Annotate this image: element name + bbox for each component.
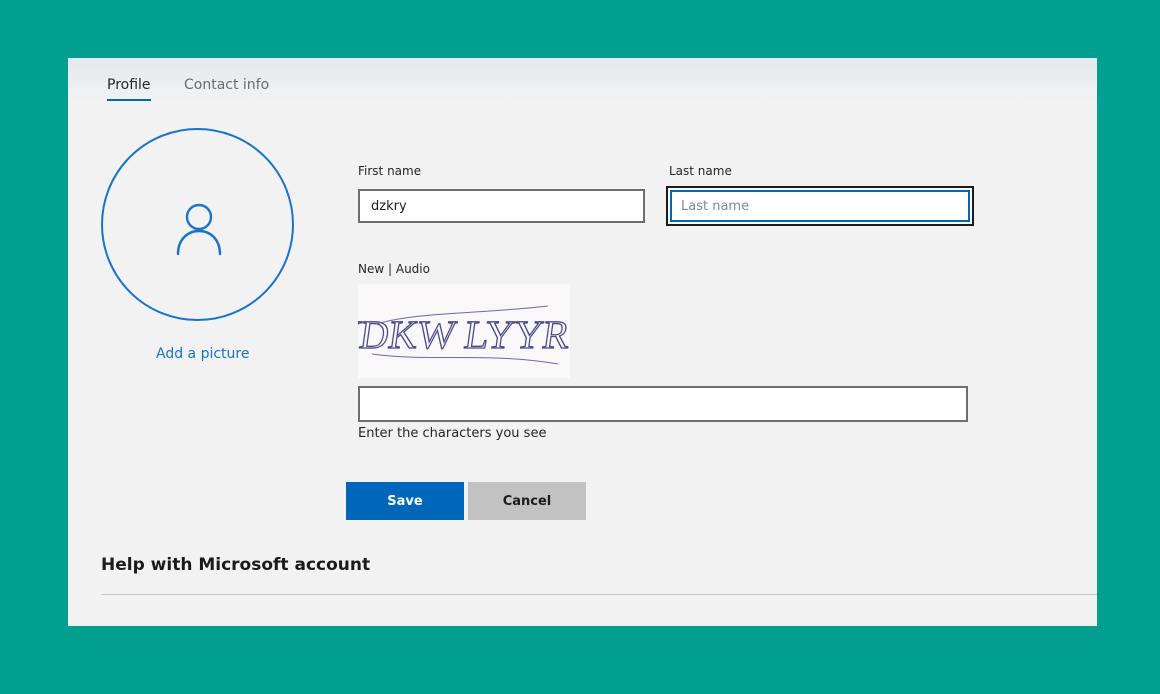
captcha-image-text: VDKW LYYRG [358,312,570,357]
captcha-audio-link[interactable]: Audio [396,262,430,276]
divider [101,594,1097,595]
add-picture-link[interactable]: Add a picture [156,346,249,362]
captcha-image: VDKW LYYRG [327,284,602,378]
profile-panel: Profile Contact info Add a picture First… [68,58,1097,626]
first-name-input[interactable] [358,189,645,223]
captcha-input[interactable] [358,386,968,422]
save-button[interactable]: Save [346,482,464,520]
first-name-label: First name [358,164,422,178]
avatar[interactable] [101,128,294,321]
last-name-label: Last name [669,164,732,178]
tab-contact-info[interactable]: Contact info [184,76,269,94]
last-name-input[interactable] [666,186,974,226]
tab-profile[interactable]: Profile [107,76,151,101]
captcha-image-graphic: VDKW LYYRG [327,305,602,365]
captcha-hint: Enter the characters you see [358,426,547,441]
captcha-new-link[interactable]: New [358,262,384,276]
captcha-link-separator: | [384,262,396,276]
captcha-links: New | Audio [358,262,430,276]
cancel-button[interactable]: Cancel [468,482,586,520]
person-icon [176,203,222,256]
help-heading: Help with Microsoft account [101,555,371,575]
